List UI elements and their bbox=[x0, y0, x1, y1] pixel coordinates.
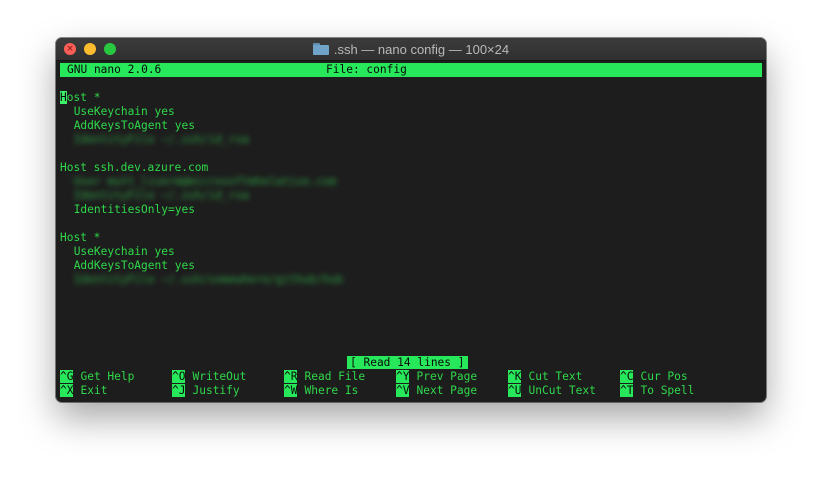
help-icon: ^G bbox=[60, 370, 74, 383]
text-line[interactable]: Host * bbox=[60, 91, 100, 105]
shortcut-exit[interactable]: ^X Exit bbox=[60, 384, 107, 398]
next-page-icon: ^V bbox=[396, 384, 410, 397]
shortcut-label: Get Help bbox=[80, 370, 135, 383]
text-line[interactable]: IdentityFile ~/.ssh/id_rsa bbox=[74, 189, 249, 203]
shortcut-get-help[interactable]: ^G Get Help bbox=[60, 370, 134, 384]
shortcut-label: Prev Page bbox=[416, 370, 478, 383]
line-text: UseKeychain yes bbox=[73, 245, 175, 258]
shortcut-label: UnCut Text bbox=[528, 384, 596, 397]
position-icon: ^C bbox=[620, 370, 634, 383]
text-line[interactable]: UseKeychain yes bbox=[74, 105, 175, 119]
shortcut-label: Justify bbox=[192, 384, 240, 397]
redacted-text: User mutt_liverm@microsoftmhelative.com bbox=[73, 175, 337, 188]
text-cursor: H bbox=[60, 91, 67, 104]
text-line[interactable]: UseKeychain yes bbox=[74, 245, 175, 259]
text-line[interactable]: User mutt_liverm@microsoftmhelative.com bbox=[74, 175, 337, 189]
write-icon: ^O bbox=[172, 370, 186, 383]
shortcut-label: Exit bbox=[80, 384, 108, 397]
shortcut-label: Next Page bbox=[416, 384, 478, 397]
text-line[interactable]: Host ssh.dev.azure.com bbox=[60, 161, 208, 175]
shortcut-uncut-text[interactable]: ^U UnCut Text bbox=[508, 384, 596, 398]
shortcut-label: WriteOut bbox=[192, 370, 247, 383]
nano-header: GNU nano 2.0.6 File: config bbox=[60, 63, 762, 77]
paste-icon: ^U bbox=[508, 384, 522, 397]
justify-icon: ^J bbox=[172, 384, 186, 397]
shortcut-justify[interactable]: ^J Justify bbox=[172, 384, 240, 398]
cut-icon: ^K bbox=[508, 370, 522, 383]
file-name: File: config bbox=[326, 63, 407, 76]
read-icon: ^R bbox=[284, 370, 298, 383]
exit-icon: ^X bbox=[60, 384, 74, 397]
text-line[interactable]: AddKeysToAgent yes bbox=[74, 119, 195, 133]
line-text: AddKeysToAgent yes bbox=[73, 259, 195, 272]
line-text: AddKeysToAgent yes bbox=[73, 119, 195, 132]
nano-version: GNU nano 2.0.6 bbox=[67, 63, 162, 76]
prev-page-icon: ^Y bbox=[396, 370, 410, 383]
line-text: Host ssh.dev.azure.com bbox=[60, 161, 209, 174]
folder-icon bbox=[312, 43, 329, 55]
text-line[interactable]: AddKeysToAgent yes bbox=[74, 259, 195, 273]
text-line[interactable]: IdentityFile ~/.ssh/somewhere/github/hub bbox=[74, 273, 343, 287]
title-bar[interactable]: × .ssh — nano config — 100×24 bbox=[56, 38, 766, 61]
redacted-text: IdentityFile ~/.ssh/id_rsa bbox=[73, 189, 249, 202]
window-title-text: .ssh — nano config — 100×24 bbox=[333, 41, 510, 57]
window-title: .ssh — nano config — 100×24 bbox=[56, 38, 766, 60]
shortcut-prev-page[interactable]: ^Y Prev Page bbox=[396, 370, 477, 384]
search-icon: ^W bbox=[284, 384, 298, 397]
shortcut-label: Cur Pos bbox=[640, 370, 688, 383]
text-line[interactable]: Host * bbox=[60, 231, 100, 245]
shortcut-label: To Spell bbox=[640, 384, 695, 397]
shortcut-next-page[interactable]: ^V Next Page bbox=[396, 384, 477, 398]
shortcut-label: Where Is bbox=[304, 384, 359, 397]
shortcut-to-spell[interactable]: ^T To Spell bbox=[620, 384, 694, 398]
status-message: [ Read 14 lines ] bbox=[347, 356, 468, 369]
shortcut-read-file[interactable]: ^R Read File bbox=[284, 370, 365, 384]
shortcut-cut-text[interactable]: ^K Cut Text bbox=[508, 370, 582, 384]
terminal-window[interactable]: × .ssh — nano config — 100×24 GNU nano 2… bbox=[56, 38, 766, 402]
shortcut-writeout[interactable]: ^O WriteOut bbox=[172, 370, 246, 384]
line-text: Host * bbox=[60, 231, 101, 244]
text-line[interactable]: IdentityFile ~/.ssh/id_rsa bbox=[74, 133, 249, 147]
text-line[interactable]: IdentitiesOnly=yes bbox=[74, 203, 195, 217]
shortcut-cur-pos[interactable]: ^C Cur Pos bbox=[620, 370, 688, 384]
spell-icon: ^T bbox=[620, 384, 634, 397]
line-text: IdentitiesOnly=yes bbox=[73, 203, 195, 216]
shortcut-where-is[interactable]: ^W Where Is bbox=[284, 384, 358, 398]
line-text: UseKeychain yes bbox=[73, 105, 175, 118]
shortcut-label: Read File bbox=[304, 370, 366, 383]
redacted-text: IdentityFile ~/.ssh/id_rsa bbox=[73, 133, 249, 146]
redacted-text: IdentityFile ~/.ssh/somewhere/github/hub bbox=[73, 273, 344, 286]
shortcut-label: Cut Text bbox=[528, 370, 583, 383]
